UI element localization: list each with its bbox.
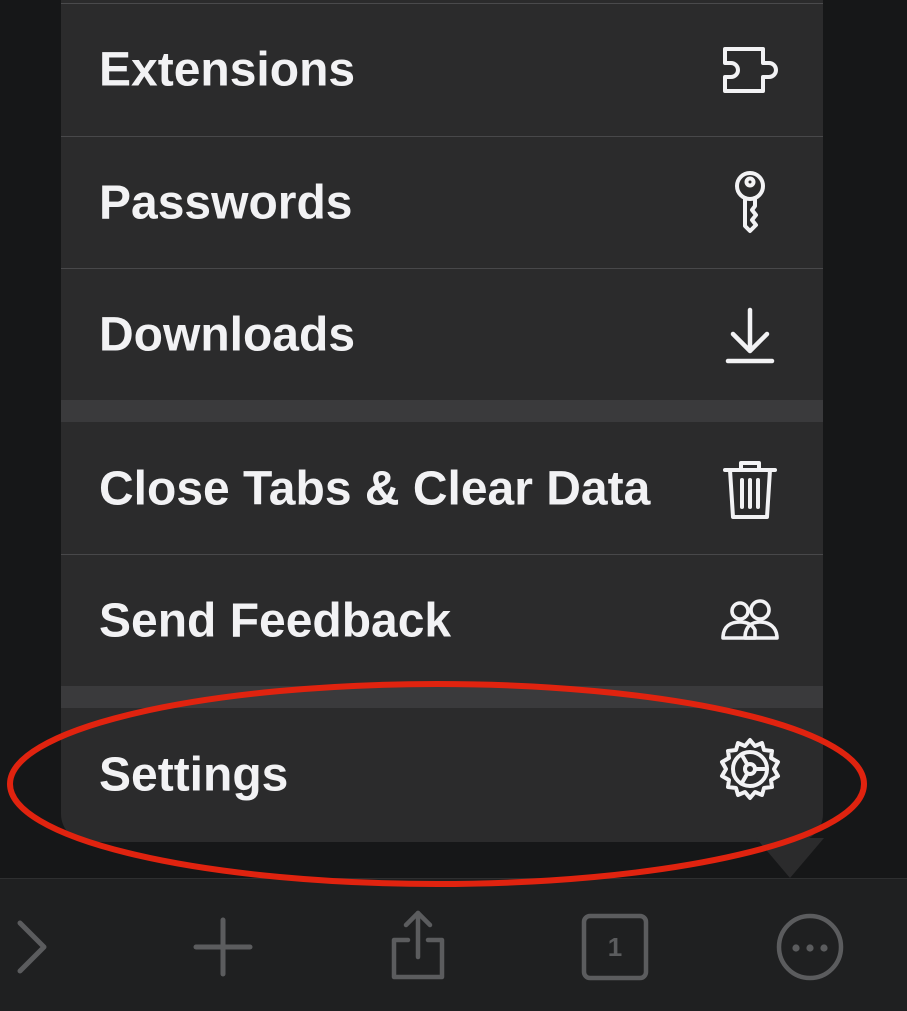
share-icon[interactable]: [378, 907, 458, 987]
menu-item-passwords[interactable]: Passwords: [61, 137, 823, 269]
trash-icon: [715, 454, 785, 524]
menu-item-send-feedback[interactable]: Send Feedback: [61, 555, 823, 687]
overflow-menu: Extensions Passwords Downloads Close Tab…: [61, 0, 823, 842]
more-icon[interactable]: [770, 907, 850, 987]
bottom-toolbar: 1: [0, 878, 907, 1011]
menu-item-label: Extensions: [99, 43, 356, 97]
menu-item-downloads[interactable]: Downloads: [61, 269, 823, 401]
menu-item-label: Send Feedback: [99, 594, 452, 648]
menu-item-label: Close Tabs & Clear Data: [99, 462, 651, 516]
menu-group-separator: [61, 400, 823, 422]
menu-item-label: Passwords: [99, 176, 353, 230]
forward-icon[interactable]: [0, 907, 72, 987]
menu-item-extensions[interactable]: Extensions: [61, 4, 823, 136]
menu-item-label: Settings: [99, 748, 289, 802]
tab-count: 1: [607, 931, 623, 962]
tabs-button[interactable]: 1: [575, 907, 655, 987]
menu-group-separator: [61, 686, 823, 708]
new-tab-icon[interactable]: [183, 907, 263, 987]
people-icon: [715, 586, 785, 656]
menu-item-label: Downloads: [99, 308, 356, 362]
menu-item-settings[interactable]: Settings: [61, 709, 823, 841]
key-icon: [715, 168, 785, 238]
menu-pointer: [756, 838, 824, 878]
puzzle-icon: [715, 35, 785, 105]
download-icon: [715, 300, 785, 370]
menu-item-close-tabs-clear-data[interactable]: Close Tabs & Clear Data: [61, 423, 823, 555]
gear-icon: [715, 734, 785, 804]
